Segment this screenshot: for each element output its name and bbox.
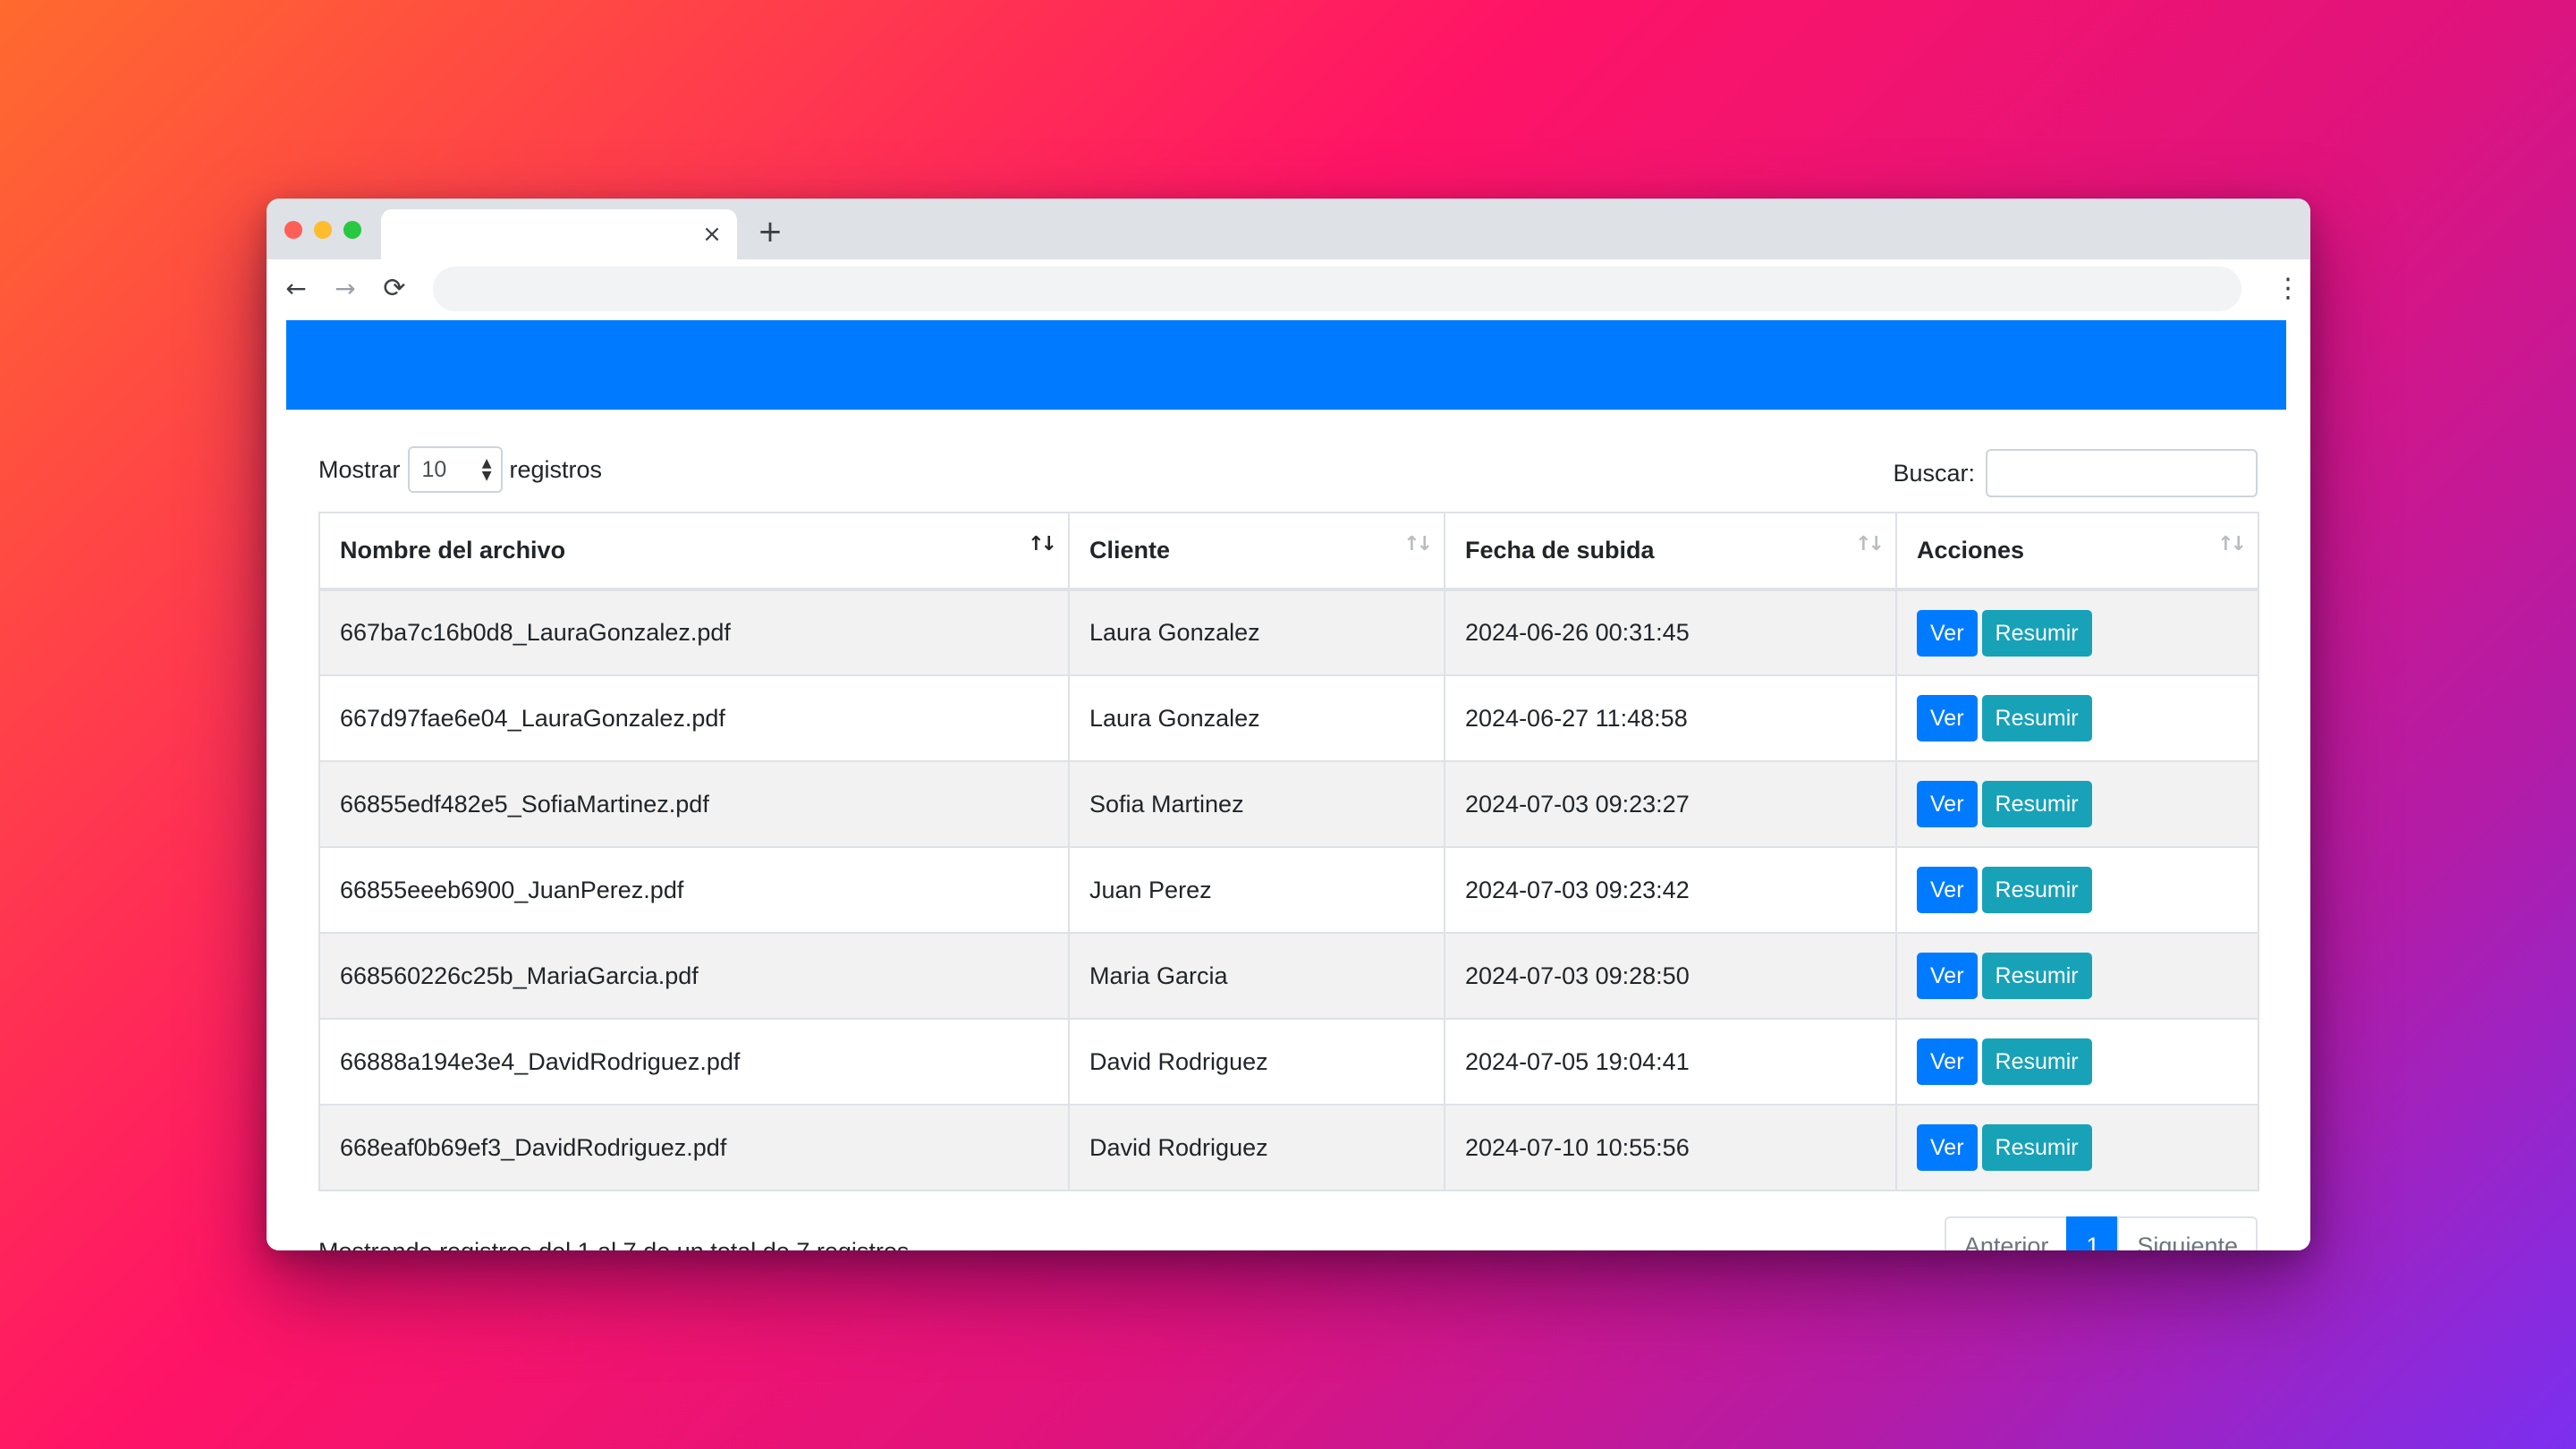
tab-bar: × + — [267, 199, 2310, 259]
client-cell: Laura Gonzalez — [1068, 674, 1445, 762]
summarize-button[interactable]: Resumir — [1981, 953, 2092, 999]
column-header-label: Nombre del archivo — [340, 537, 566, 564]
new-tab-icon[interactable]: + — [757, 216, 784, 247]
table-row: 66855edf482e5_SofiaMartinez.pdf Sofia Ma… — [318, 760, 2259, 848]
summarize-button[interactable]: Resumir — [1981, 867, 2092, 913]
kebab-menu-icon[interactable]: ⋮ — [2275, 272, 2301, 306]
column-header-label: Fecha de subida — [1465, 537, 1655, 564]
maximize-window-button[interactable] — [343, 221, 361, 239]
file-name-cell: 66855edf482e5_SofiaMartinez.pdf — [318, 760, 1070, 848]
table-row: 668eaf0b69ef3_DavidRodriguez.pdf David R… — [318, 1104, 2259, 1191]
view-button[interactable]: Ver — [1917, 953, 1978, 999]
page-length-select-wrapper: 10 ▲ ▼ — [401, 446, 510, 493]
client-cell: Maria Garcia — [1068, 932, 1445, 1020]
header-banner — [286, 320, 2286, 410]
actions-cell: Ver Resumir — [1895, 1104, 2259, 1191]
column-header-actions[interactable]: Acciones ↑↓ — [1895, 512, 2259, 591]
previous-page-button[interactable]: Anterior — [1944, 1216, 2069, 1250]
sort-icon: ↑↓ — [1028, 533, 1057, 555]
datatable-wrapper: Mostrar 10 ▲ ▼ registros Buscar: Nombre … — [318, 426, 2259, 1250]
table-row: 668560226c25b_MariaGarcia.pdf Maria Garc… — [318, 932, 2259, 1020]
upload-date-cell: 2024-07-10 10:55:56 — [1444, 1104, 1897, 1191]
records-info: Mostrando registros del 1 al 7 de un tot… — [318, 1238, 909, 1250]
show-label: Mostrar — [318, 455, 401, 483]
browser-toolbar: ← → ⟳ ⋮ — [267, 259, 2310, 318]
view-button[interactable]: Ver — [1917, 1038, 1978, 1085]
upload-date-cell: 2024-07-03 09:23:27 — [1444, 760, 1897, 848]
search-control: Buscar: — [1893, 449, 2258, 497]
pagination: Anterior 1 Siguiente — [1944, 1216, 2258, 1250]
client-cell: David Rodriguez — [1068, 1018, 1445, 1106]
actions-cell: Ver Resumir — [1895, 846, 2259, 934]
table-row: 66888a194e3e4_DavidRodriguez.pdf David R… — [318, 1018, 2259, 1106]
table-footer: Mostrando registros del 1 al 7 de un tot… — [318, 1200, 2258, 1250]
summarize-button[interactable]: Resumir — [1981, 1124, 2092, 1171]
file-name-cell: 668eaf0b69ef3_DavidRodriguez.pdf — [318, 1104, 1070, 1191]
client-cell: David Rodriguez — [1068, 1104, 1445, 1191]
browser-tab[interactable]: × — [381, 209, 737, 259]
view-button[interactable]: Ver — [1917, 609, 1978, 657]
minimize-window-button[interactable] — [314, 221, 332, 239]
table-header-row: Nombre del archivo ↑↓ Cliente ↑↓ Fecha d… — [318, 512, 2259, 591]
address-bar[interactable] — [433, 267, 2241, 311]
actions-cell: Ver Resumir — [1895, 760, 2259, 848]
upload-date-cell: 2024-06-27 11:48:58 — [1444, 674, 1897, 762]
sort-icon: ↑↓ — [2217, 533, 2247, 555]
table-row: 667d97fae6e04_LauraGonzalez.pdf Laura Go… — [318, 674, 2259, 762]
view-button[interactable]: Ver — [1917, 695, 1978, 741]
table-row: 66855eeeb6900_JuanPerez.pdf Juan Perez 2… — [318, 846, 2259, 934]
file-name-cell: 667ba7c16b0d8_LauraGonzalez.pdf — [318, 589, 1070, 676]
actions-cell: Ver Resumir — [1895, 932, 2259, 1020]
column-header-file-name[interactable]: Nombre del archivo ↑↓ — [318, 512, 1070, 591]
search-label: Buscar: — [1893, 459, 1975, 487]
sort-icon: ↑↓ — [1855, 533, 1885, 555]
sort-icon: ↑↓ — [1403, 533, 1433, 555]
file-name-cell: 668560226c25b_MariaGarcia.pdf — [318, 932, 1070, 1020]
summarize-button[interactable]: Resumir — [1981, 1038, 2092, 1085]
close-icon[interactable]: × — [699, 222, 724, 247]
client-cell: Laura Gonzalez — [1068, 589, 1445, 676]
summarize-button[interactable]: Resumir — [1981, 609, 2092, 657]
column-header-label: Acciones — [1917, 537, 2025, 564]
column-header-upload-date[interactable]: Fecha de subida ↑↓ — [1444, 512, 1897, 591]
forward-arrow-icon[interactable]: → — [330, 274, 360, 304]
reload-icon[interactable]: ⟳ — [379, 274, 410, 304]
back-arrow-icon[interactable]: ← — [281, 274, 311, 304]
summarize-button[interactable]: Resumir — [1981, 695, 2092, 741]
actions-cell: Ver Resumir — [1895, 1018, 2259, 1106]
page-length-select[interactable]: 10 — [407, 446, 503, 493]
file-name-cell: 66888a194e3e4_DavidRodriguez.pdf — [318, 1018, 1070, 1106]
column-header-client[interactable]: Cliente ↑↓ — [1068, 512, 1445, 591]
page-1-button[interactable]: 1 — [2066, 1216, 2120, 1250]
page-length-control: Mostrar 10 ▲ ▼ registros — [318, 446, 602, 493]
file-name-cell: 667d97fae6e04_LauraGonzalez.pdf — [318, 674, 1070, 762]
upload-date-cell: 2024-06-26 00:31:45 — [1444, 589, 1897, 676]
actions-cell: Ver Resumir — [1895, 589, 2259, 676]
browser-window: × + ← → ⟳ ⋮ Mostrar 10 ▲ ▼ registros Bus… — [267, 199, 2310, 1250]
search-input[interactable] — [1986, 449, 2258, 497]
view-button[interactable]: Ver — [1917, 781, 1978, 827]
actions-cell: Ver Resumir — [1895, 674, 2259, 762]
client-cell: Juan Perez — [1068, 846, 1445, 934]
column-header-label: Cliente — [1089, 537, 1171, 564]
client-cell: Sofia Martinez — [1068, 760, 1445, 848]
summarize-button[interactable]: Resumir — [1981, 781, 2092, 827]
file-name-cell: 66855eeeb6900_JuanPerez.pdf — [318, 846, 1070, 934]
page-viewport: Mostrar 10 ▲ ▼ registros Buscar: Nombre … — [267, 318, 2310, 1250]
table-controls: Mostrar 10 ▲ ▼ registros Buscar: — [318, 426, 2258, 512]
view-button[interactable]: Ver — [1917, 867, 1978, 913]
table-row: 667ba7c16b0d8_LauraGonzalez.pdf Laura Go… — [318, 589, 2259, 676]
upload-date-cell: 2024-07-03 09:28:50 — [1444, 932, 1897, 1020]
view-button[interactable]: Ver — [1917, 1124, 1978, 1171]
close-window-button[interactable] — [284, 221, 302, 239]
next-page-button[interactable]: Siguiente — [2117, 1216, 2258, 1250]
upload-date-cell: 2024-07-03 09:23:42 — [1444, 846, 1897, 934]
files-table: Nombre del archivo ↑↓ Cliente ↑↓ Fecha d… — [318, 512, 2259, 1191]
records-label: registros — [509, 455, 603, 483]
upload-date-cell: 2024-07-05 19:04:41 — [1444, 1018, 1897, 1106]
